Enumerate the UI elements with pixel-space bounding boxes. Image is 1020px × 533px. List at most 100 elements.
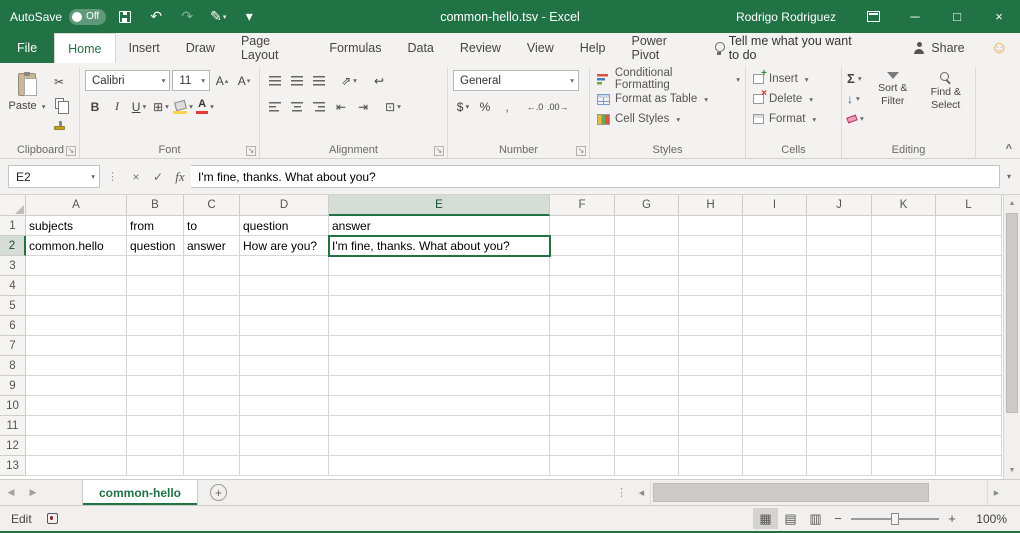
cell-L1[interactable]	[936, 216, 1002, 236]
view-normal-button[interactable]: ▦	[753, 508, 778, 529]
cell-K11[interactable]	[872, 416, 936, 436]
cancel-entry-button[interactable]: ×	[125, 165, 147, 188]
clipboard-dialog-launcher[interactable]: ↘	[66, 146, 76, 156]
cell-C10[interactable]	[184, 396, 240, 416]
cell-E11[interactable]	[329, 416, 550, 436]
cell-K9[interactable]	[872, 376, 936, 396]
font-size-select[interactable]: 11 ▾	[172, 70, 210, 91]
cut-button[interactable]: ✂	[49, 71, 69, 92]
cell-G2[interactable]	[615, 236, 679, 256]
zoom-out-button[interactable]: −	[828, 511, 848, 526]
cell-C7[interactable]	[184, 336, 240, 356]
cell-F7[interactable]	[550, 336, 615, 356]
cell-B10[interactable]	[127, 396, 184, 416]
cell-L13[interactable]	[936, 456, 1002, 476]
cell-B12[interactable]	[127, 436, 184, 456]
column-header-A[interactable]: A	[26, 195, 127, 216]
cell-D2[interactable]: How are you?	[240, 236, 329, 256]
zoom-percentage[interactable]: 100%	[971, 512, 1007, 526]
cell-E4[interactable]	[329, 276, 550, 296]
bold-button[interactable]: B	[85, 96, 105, 117]
cell-I12[interactable]	[743, 436, 807, 456]
close-button[interactable]: ×	[978, 0, 1020, 33]
column-header-I[interactable]: I	[743, 195, 807, 216]
cell-I1[interactable]	[743, 216, 807, 236]
cell-E12[interactable]	[329, 436, 550, 456]
tab-page-layout[interactable]: Page Layout	[228, 33, 316, 63]
column-header-H[interactable]: H	[679, 195, 743, 216]
cell-K12[interactable]	[872, 436, 936, 456]
cell-D3[interactable]	[240, 256, 329, 276]
cell-K5[interactable]	[872, 296, 936, 316]
italic-button[interactable]: I	[107, 96, 127, 117]
vertical-scrollbar[interactable]: ▲ ▼	[1003, 195, 1020, 479]
cell-G12[interactable]	[615, 436, 679, 456]
decrease-indent-button[interactable]: ⇤	[331, 96, 351, 117]
cell-I2[interactable]	[743, 236, 807, 256]
tab-file[interactable]: File	[0, 33, 54, 63]
cell-H4[interactable]	[679, 276, 743, 296]
cell-L8[interactable]	[936, 356, 1002, 376]
horizontal-scrollbar[interactable]: ◀ ▶	[633, 480, 1005, 505]
formula-input[interactable]: I'm fine, thanks. What about you?	[191, 165, 1000, 188]
cell-F2[interactable]	[550, 236, 615, 256]
tab-review[interactable]: Review	[447, 33, 514, 63]
cell-C8[interactable]	[184, 356, 240, 376]
cell-A12[interactable]	[26, 436, 127, 456]
cell-F8[interactable]	[550, 356, 615, 376]
cell-L4[interactable]	[936, 276, 1002, 296]
cell-H7[interactable]	[679, 336, 743, 356]
row-header-2[interactable]: 2	[0, 236, 26, 256]
cell-C6[interactable]	[184, 316, 240, 336]
cell-C13[interactable]	[184, 456, 240, 476]
cell-D4[interactable]	[240, 276, 329, 296]
cell-H11[interactable]	[679, 416, 743, 436]
increase-indent-button[interactable]: ⇥	[353, 96, 373, 117]
cell-D7[interactable]	[240, 336, 329, 356]
cell-G7[interactable]	[615, 336, 679, 356]
decrease-decimal-button[interactable]: .00→	[547, 96, 569, 117]
cell-E2[interactable]: I'm fine, thanks. What about you?	[329, 236, 550, 256]
tab-help[interactable]: Help	[567, 33, 619, 63]
cell-B1[interactable]: from	[127, 216, 184, 236]
cell-B2[interactable]: question	[127, 236, 184, 256]
cell-A7[interactable]	[26, 336, 127, 356]
sheet-nav-next-button[interactable]: ▶	[22, 487, 44, 498]
delete-cells-button[interactable]: Delete ▾	[751, 89, 836, 109]
format-as-table-button[interactable]: Format as Table ▾	[595, 89, 740, 109]
horizontal-scroll-thumb[interactable]	[653, 483, 929, 502]
maximize-button[interactable]: □	[936, 0, 978, 33]
cell-E13[interactable]	[329, 456, 550, 476]
cell-J4[interactable]	[807, 276, 872, 296]
row-header-5[interactable]: 5	[0, 296, 26, 316]
cell-G13[interactable]	[615, 456, 679, 476]
row-header-9[interactable]: 9	[0, 376, 26, 396]
formula-bar-splitter[interactable]: ⋮	[100, 170, 125, 183]
cell-B9[interactable]	[127, 376, 184, 396]
new-sheet-button[interactable]: +	[210, 484, 227, 501]
cell-G9[interactable]	[615, 376, 679, 396]
cell-A13[interactable]	[26, 456, 127, 476]
cell-C1[interactable]: to	[184, 216, 240, 236]
column-header-E[interactable]: E	[329, 195, 550, 216]
cell-J10[interactable]	[807, 396, 872, 416]
cell-L2[interactable]	[936, 236, 1002, 256]
sheet-tab-common-hello[interactable]: common-hello	[82, 480, 198, 505]
cell-G5[interactable]	[615, 296, 679, 316]
align-top-button[interactable]	[265, 70, 285, 91]
macro-record-button[interactable]	[47, 513, 58, 524]
insert-function-button[interactable]: fx	[169, 165, 191, 188]
column-header-J[interactable]: J	[807, 195, 872, 216]
cell-J8[interactable]	[807, 356, 872, 376]
scroll-left-button[interactable]: ◀	[633, 489, 650, 497]
cell-J13[interactable]	[807, 456, 872, 476]
cell-D11[interactable]	[240, 416, 329, 436]
cell-H8[interactable]	[679, 356, 743, 376]
tab-view[interactable]: View	[514, 33, 567, 63]
wrap-text-button[interactable]: ↩	[369, 70, 389, 91]
cell-B4[interactable]	[127, 276, 184, 296]
view-page-break-button[interactable]: ▥	[803, 508, 828, 529]
decrease-font-size-button[interactable]: A▾	[234, 70, 254, 91]
paste-button[interactable]: Paste ▾	[7, 69, 47, 136]
tab-draw[interactable]: Draw	[173, 33, 228, 63]
